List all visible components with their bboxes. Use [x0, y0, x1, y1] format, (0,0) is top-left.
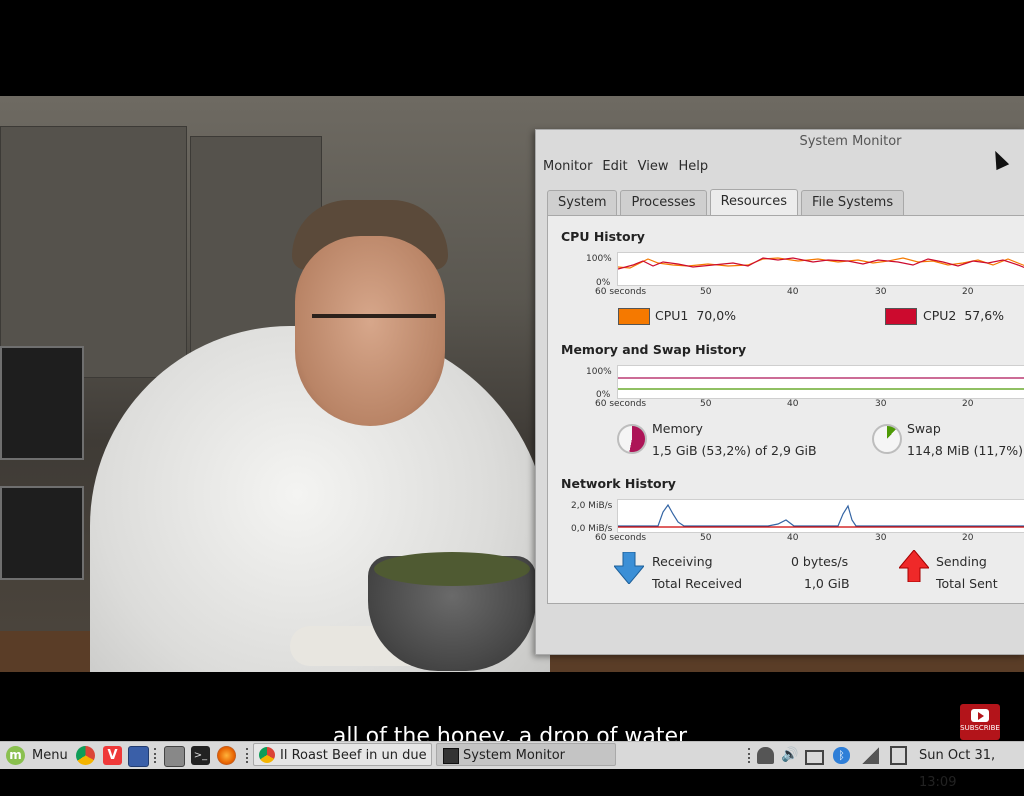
cpu-graph	[617, 252, 1024, 286]
menu-edit[interactable]: Edit	[598, 156, 631, 178]
sending-label: Sending	[936, 554, 987, 569]
kitchen-oven	[0, 346, 84, 460]
memory-x-label: 30	[875, 399, 887, 409]
volume-icon[interactable]: 🔊	[781, 747, 798, 764]
battery-icon[interactable]	[805, 750, 824, 765]
chrome-launcher-icon[interactable]	[76, 746, 95, 765]
taskbar-window-label: Il Roast Beef in un due ...	[280, 748, 432, 763]
memory-label: Memory	[652, 421, 703, 436]
chrome-window-icon	[259, 747, 275, 763]
window-title: System Monitor	[799, 134, 902, 149]
network-x-label: 50	[700, 533, 712, 543]
menu-view[interactable]: View	[634, 156, 673, 178]
firefox-launcher-icon[interactable]	[217, 746, 236, 765]
taskbar-window-system-monitor[interactable]: System Monitor	[436, 743, 616, 766]
taskbar: m Menu V >_ Il Roast Beef in un due ... …	[0, 741, 1024, 790]
memory-x-label: 20	[962, 399, 974, 409]
tab-file-systems[interactable]: File Systems	[800, 190, 905, 215]
cpu-x-label: 20	[962, 287, 974, 297]
file-manager-icon[interactable]	[164, 746, 185, 767]
kitchen-oven	[0, 486, 84, 580]
memory-graph-svg	[618, 377, 1024, 390]
cpu-x-label: 40	[787, 287, 799, 297]
memory-x-label: 40	[787, 399, 799, 409]
taskbar-window-label: System Monitor	[463, 748, 566, 763]
tab-processes[interactable]: Processes	[620, 190, 707, 215]
clock[interactable]: Sun Oct 31, 13:09	[919, 742, 1024, 790]
bluetooth-icon[interactable]: ᛒ	[833, 747, 850, 764]
chef-glasses	[312, 314, 436, 352]
memory-graph	[617, 365, 1024, 399]
subscribe-label: SUBSCRIBE	[960, 724, 1000, 732]
show-desktop-icon[interactable]	[128, 746, 149, 767]
window-titlebar[interactable]: System Monitor	[536, 130, 1024, 154]
cpu1-line	[617, 257, 1024, 269]
receiving-label: Receiving	[652, 554, 713, 569]
cpu-graph-svg	[617, 257, 1024, 270]
terminal-icon[interactable]: >_	[191, 746, 210, 765]
cpu-x-label: 60 seconds	[595, 287, 647, 297]
memory-y-top: 100%	[586, 367, 612, 377]
network-graph-svg	[618, 503, 1024, 528]
subscribe-button[interactable]: SUBSCRIBE	[960, 704, 1000, 740]
receiving-value: 0 bytes/s	[791, 554, 849, 569]
menubar: Monitor Edit View Help	[536, 156, 1024, 178]
upload-arrow-icon[interactable]	[899, 550, 929, 582]
cpu-x-label: 30	[875, 287, 887, 297]
cpu-history-title: CPU History	[561, 229, 645, 244]
memory-x-label: 60 seconds	[595, 399, 647, 409]
cpu2-value: 57,6%	[964, 308, 1005, 323]
resources-panel: CPU History 100% 0% 60 seconds 50 40 30 …	[547, 215, 1024, 604]
total-received-value: 1,0 GiB	[804, 576, 850, 591]
receiving-line	[618, 503, 1024, 527]
kitchen-cabinet	[0, 126, 187, 378]
cpu1-value: 70,0%	[696, 308, 737, 323]
swap-pie-icon[interactable]	[872, 424, 902, 454]
vivaldi-launcher-icon[interactable]: V	[103, 746, 122, 765]
menu-label: Menu	[32, 748, 68, 763]
swap-label: Swap	[907, 421, 941, 436]
launcher-separator	[246, 748, 250, 763]
network-signal-icon[interactable]	[862, 747, 879, 764]
network-graph	[617, 499, 1024, 533]
cpu1-label: CPU1	[655, 308, 689, 323]
clipboard-icon[interactable]	[890, 746, 907, 765]
launcher-separator	[154, 748, 158, 763]
herb-mixture	[374, 552, 530, 586]
cpu-x-label: 50	[700, 287, 712, 297]
memory-value: 1,5 GiB (53,2%) of 2,9 GiB	[652, 443, 817, 458]
tray-separator	[748, 748, 752, 763]
cpu2-color-swatch[interactable]	[885, 308, 917, 325]
network-history-title: Network History	[561, 476, 676, 491]
tab-resources[interactable]: Resources	[709, 189, 798, 216]
total-received-label: Total Received	[652, 576, 743, 591]
menu-monitor[interactable]: Monitor	[539, 156, 596, 178]
cpu2-legend: CPU2 57,6%	[923, 308, 1004, 323]
taskbar-window-roast-beef[interactable]: Il Roast Beef in un due ...	[253, 743, 432, 766]
system-monitor-window-icon	[443, 748, 459, 764]
update-cloud-icon[interactable]	[757, 747, 774, 764]
memory-x-label: 50	[700, 399, 712, 409]
network-y-top: 2,0 MiB/s	[571, 501, 613, 511]
total-sent-label: Total Sent	[936, 576, 998, 591]
network-x-label: 20	[962, 533, 974, 543]
system-monitor-window[interactable]: System Monitor Monitor Edit View Help Sy…	[535, 129, 1024, 655]
memory-history-title: Memory and Swap History	[561, 342, 747, 357]
cpu1-color-swatch[interactable]	[618, 308, 650, 325]
tab-system[interactable]: System	[547, 190, 618, 215]
mint-logo-icon: m	[6, 746, 25, 765]
tab-bar: System Processes Resources File Systems	[547, 189, 907, 216]
memory-pie-icon[interactable]	[617, 424, 647, 454]
cpu1-legend: CPU1 70,0%	[655, 308, 736, 323]
menu-help[interactable]: Help	[674, 156, 712, 178]
swap-value: 114,8 MiB (11,7%) of	[907, 443, 1024, 458]
cpu2-label: CPU2	[923, 308, 957, 323]
network-x-label: 30	[875, 533, 887, 543]
cpu-y-top: 100%	[586, 254, 612, 264]
network-x-label: 40	[787, 533, 799, 543]
youtube-play-icon	[971, 709, 989, 722]
download-arrow-icon[interactable]	[614, 552, 644, 584]
network-x-label: 60 seconds	[595, 533, 647, 543]
